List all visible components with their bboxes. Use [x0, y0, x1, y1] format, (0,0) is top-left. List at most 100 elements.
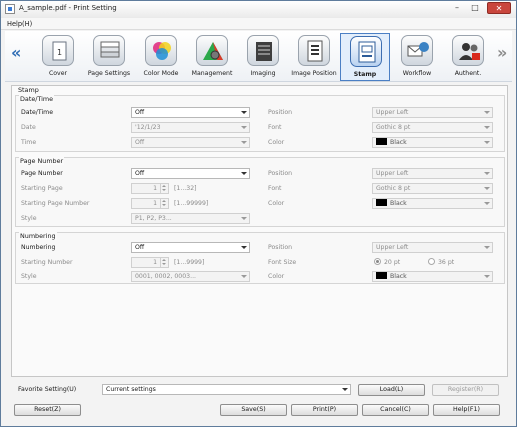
starting-number-stepper[interactable]: 1 — [131, 257, 169, 268]
starting-page-stepper[interactable]: 1 — [131, 183, 169, 194]
starting-page-number-label: Starting Page Number — [21, 200, 90, 207]
chevron-down-icon — [241, 217, 247, 220]
page-number-style-select[interactable]: P1, P2, P3... — [131, 213, 250, 224]
title-bar: A_sample.pdf - Print Setting – □ ✕ — [1, 1, 516, 18]
management-icon — [196, 35, 228, 66]
imaging-icon — [247, 35, 279, 66]
chevron-down-icon — [484, 246, 490, 249]
favorite-setting-bar: Favorite Setting(U) Current settings Loa… — [11, 383, 508, 397]
app-icon — [5, 4, 15, 14]
starting-page-range: [1...32] — [174, 185, 197, 192]
date-value: '12/1/23 — [135, 124, 161, 131]
page-number-value: Off — [135, 170, 145, 177]
authentication-icon — [452, 35, 484, 66]
page-settings-icon — [93, 35, 125, 66]
print-button[interactable]: Print(P) — [291, 404, 358, 416]
cancel-button[interactable]: Cancel(C) — [362, 404, 429, 416]
page-number-font-label: Font — [268, 185, 282, 192]
favorite-setting-select[interactable]: Current settings — [102, 384, 351, 395]
page-number-position-select[interactable]: Upper Left — [372, 168, 493, 179]
numbering-color-select[interactable]: Black — [372, 271, 493, 282]
color-swatch — [376, 199, 387, 206]
tool-authentication-label: Authent. — [454, 70, 482, 77]
print-setting-window: A_sample.pdf - Print Setting – □ ✕ Help(… — [0, 0, 517, 427]
starting-page-value: 1 — [153, 185, 157, 192]
spinner-arrows-icon[interactable] — [160, 199, 168, 208]
tool-stamp[interactable]: Stamp — [340, 33, 390, 81]
minimize-button[interactable]: – — [449, 2, 465, 14]
chevron-down-icon — [484, 172, 490, 175]
font-size-20-label: 20 pt — [384, 259, 401, 266]
page-number-position-label: Position — [268, 170, 293, 177]
tool-color-mode[interactable]: Color Mode — [136, 33, 186, 81]
numbering-position-select[interactable]: Upper Left — [372, 242, 493, 253]
datetime-label: Date/Time — [21, 109, 54, 116]
color-mode-icon — [145, 35, 177, 66]
datetime-font-select[interactable]: Gothic 8 pt — [372, 122, 493, 133]
numbering-font-size-label: Font Size — [268, 259, 297, 266]
close-button[interactable]: ✕ — [487, 2, 511, 14]
reset-button[interactable]: Reset(Z) — [14, 404, 81, 416]
radio-unselected-icon — [428, 258, 435, 265]
starting-page-number-stepper[interactable]: 1 — [131, 198, 169, 209]
chevron-down-icon — [484, 126, 490, 129]
tool-authentication[interactable]: Authent. — [443, 33, 493, 81]
workflow-icon — [401, 35, 433, 66]
starting-number-range: [1...9999] — [174, 259, 205, 266]
tool-image-position[interactable]: Image Position — [289, 33, 339, 81]
numbering-label: Numbering — [21, 244, 56, 251]
time-value: Off — [135, 139, 145, 146]
time-select[interactable]: Off — [131, 137, 250, 148]
datetime-select[interactable]: Off — [131, 107, 250, 118]
register-button[interactable]: Register(R) — [432, 384, 499, 396]
spinner-arrows-icon[interactable] — [160, 258, 168, 267]
datetime-position-label: Position — [268, 109, 293, 116]
page-number-select[interactable]: Off — [131, 168, 250, 179]
datetime-group-title: Date/Time — [19, 95, 55, 103]
maximize-button[interactable]: □ — [467, 2, 483, 14]
datetime-value: Off — [135, 109, 145, 116]
chevron-down-icon — [342, 388, 348, 391]
numbering-group-title: Numbering — [19, 232, 57, 240]
tool-cover[interactable]: 1 Cover — [33, 33, 83, 81]
starting-page-label: Starting Page — [21, 185, 63, 192]
datetime-color-select[interactable]: Black — [372, 137, 493, 148]
stamp-icon — [350, 36, 382, 67]
save-button[interactable]: Save(S) — [220, 404, 287, 416]
tool-management[interactable]: Management — [187, 33, 237, 81]
radio-selected-icon — [374, 258, 381, 265]
chevron-down-icon — [241, 275, 247, 278]
scroll-left-icon[interactable]: « — [11, 43, 21, 62]
numbering-select[interactable]: Off — [131, 242, 250, 253]
page-number-color-label: Color — [268, 200, 285, 207]
scroll-right-icon[interactable]: » — [497, 43, 507, 62]
menu-bar: Help(H) — [1, 18, 516, 30]
tool-workflow[interactable]: Workflow — [392, 33, 442, 81]
page-number-color-value: Black — [390, 200, 407, 207]
tool-imaging[interactable]: Imaging — [238, 33, 288, 81]
help-button[interactable]: Help(F1) — [433, 404, 500, 416]
datetime-color-value: Black — [390, 139, 407, 146]
tool-page-settings[interactable]: Page Settings — [84, 33, 134, 81]
chevron-down-icon — [241, 126, 247, 129]
cover-icon: 1 — [42, 35, 74, 66]
numbering-style-select[interactable]: 0001, 0002, 0003... — [131, 271, 250, 282]
numbering-style-value: 0001, 0002, 0003... — [135, 273, 197, 280]
chevron-down-icon — [484, 202, 490, 205]
numbering-group: Numbering Numbering Off Starting Number … — [15, 232, 505, 284]
date-select[interactable]: '12/1/23 — [131, 122, 250, 133]
color-swatch — [376, 272, 387, 279]
font-size-20-radio[interactable]: 20 pt — [374, 258, 400, 266]
starting-page-number-range: [1...99999] — [174, 200, 209, 207]
chevron-down-icon — [484, 187, 490, 190]
page-number-font-select[interactable]: Gothic 8 pt — [372, 183, 493, 194]
page-number-group-title: Page Number — [19, 157, 65, 165]
chevron-down-icon — [484, 141, 490, 144]
page-number-color-select[interactable]: Black — [372, 198, 493, 209]
spinner-arrows-icon[interactable] — [160, 184, 168, 193]
menu-help[interactable]: Help(H) — [7, 20, 32, 28]
load-button[interactable]: Load(L) — [358, 384, 425, 396]
datetime-position-select[interactable]: Upper Left — [372, 107, 493, 118]
font-size-36-radio[interactable]: 36 pt — [428, 258, 454, 266]
chevron-down-icon — [241, 141, 247, 144]
